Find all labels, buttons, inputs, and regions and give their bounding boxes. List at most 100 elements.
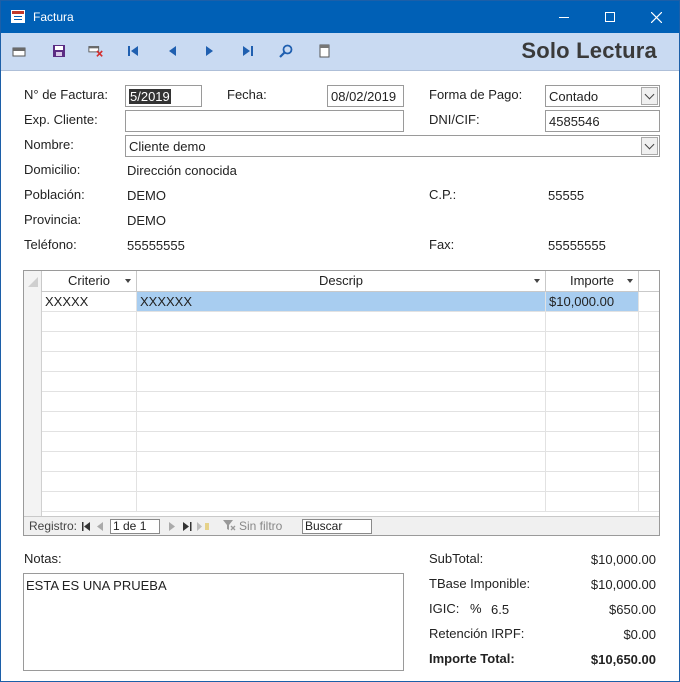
- empty-cell: [546, 312, 639, 331]
- subtotal-value: $10,000.00: [590, 552, 656, 567]
- empty-cell: [546, 412, 639, 431]
- empty-cell: [137, 352, 546, 371]
- previous-record-button[interactable]: [164, 43, 180, 59]
- close-button[interactable]: [633, 1, 679, 33]
- empty-cell: [42, 412, 137, 431]
- previous-record-icon: [169, 46, 176, 56]
- search-icon: [279, 44, 293, 58]
- form-app-icon: [11, 10, 25, 23]
- previous-record-icon: [97, 522, 103, 531]
- cell-criterio[interactable]: XXXXX: [42, 292, 137, 311]
- date-value: 08/02/2019: [331, 89, 397, 104]
- empty-cell: [42, 372, 137, 391]
- sort-arrow-icon[interactable]: [534, 279, 540, 283]
- record-navigator: Registro: 1 de 1 Sin filtro Buscar: [24, 516, 659, 535]
- payment-method-select[interactable]: Contado: [545, 85, 660, 107]
- cell-importe[interactable]: $10,000.00: [546, 292, 639, 311]
- empty-cell: [42, 472, 137, 491]
- print-button[interactable]: [316, 43, 332, 59]
- close-icon: [650, 11, 662, 23]
- chevron-down-icon[interactable]: [641, 87, 658, 105]
- empty-cell: [546, 332, 639, 351]
- client-file-field[interactable]: [125, 110, 404, 132]
- next-record-icon: [169, 522, 175, 531]
- minimize-button[interactable]: [541, 1, 587, 33]
- empty-cell: [546, 372, 639, 391]
- column-header-criterio[interactable]: Criterio: [42, 271, 137, 292]
- postal-code-label: C.P.:: [429, 187, 457, 202]
- maximize-button[interactable]: [587, 1, 633, 33]
- empty-cell: [546, 452, 639, 471]
- invoice-number-field[interactable]: 5/2019: [125, 85, 202, 107]
- date-field[interactable]: 08/02/2019: [327, 85, 404, 107]
- select-all-corner[interactable]: [24, 271, 42, 292]
- record-label: Registro:: [29, 519, 78, 533]
- empty-table-row: [42, 312, 659, 332]
- tax-id-field[interactable]: 4585546: [545, 110, 660, 132]
- first-record-button[interactable]: [125, 43, 141, 59]
- next-record-nav-button[interactable]: [168, 520, 175, 534]
- province-label: Provincia:: [24, 212, 82, 227]
- sort-arrow-icon[interactable]: [125, 279, 131, 283]
- empty-cell: [42, 352, 137, 371]
- sort-arrow-icon[interactable]: [627, 279, 633, 283]
- previous-record-nav-button[interactable]: [97, 520, 104, 534]
- record-selector-column[interactable]: [24, 292, 42, 516]
- last-record-icon: [243, 46, 253, 56]
- column-header-label: Criterio: [68, 273, 110, 288]
- new-record-icon: [12, 47, 26, 57]
- city-value: DEMO: [127, 188, 166, 203]
- first-record-nav-button[interactable]: [82, 520, 91, 534]
- empty-table-row: [42, 492, 659, 512]
- last-record-nav-button[interactable]: [183, 520, 192, 534]
- next-record-button[interactable]: [202, 43, 218, 59]
- corner-triangle-icon: [28, 277, 38, 287]
- window-title: Factura: [33, 10, 74, 24]
- column-header-importe[interactable]: Importe: [546, 271, 639, 292]
- igic-label: IGIC:: [429, 601, 460, 616]
- empty-table-row: [42, 452, 659, 472]
- empty-cell: [546, 432, 639, 451]
- postal-code-value: 55555: [548, 188, 585, 203]
- first-record-icon: [82, 522, 90, 531]
- empty-cell: [546, 472, 639, 491]
- delete-record-button[interactable]: [88, 43, 104, 59]
- save-button[interactable]: [51, 43, 67, 59]
- tax-base-value: $10,000.00: [590, 577, 656, 592]
- empty-cell: [137, 472, 546, 491]
- new-record-button[interactable]: [11, 43, 27, 59]
- filter-label[interactable]: Sin filtro: [239, 519, 282, 533]
- empty-table-row: [42, 332, 659, 352]
- read-only-label: Solo Lectura: [521, 38, 657, 63]
- first-record-icon: [128, 46, 138, 56]
- table-row[interactable]: XXXXX XXXXXX $10,000.00: [42, 292, 659, 312]
- igic-rate-value: 6.5: [491, 602, 510, 617]
- search-button[interactable]: [278, 43, 294, 59]
- invoice-lines-grid: Criterio Descrip Importe XXXXX XXXXXX $1…: [23, 270, 660, 536]
- grid-header: Criterio Descrip Importe: [24, 271, 659, 292]
- empty-cell: [137, 392, 546, 411]
- empty-table-row: [42, 372, 659, 392]
- grid-search-input[interactable]: Buscar: [302, 519, 372, 534]
- column-header-descrip[interactable]: Descrip: [137, 271, 546, 292]
- province-value: DEMO: [127, 213, 166, 228]
- name-label: Nombre:: [24, 137, 74, 152]
- filter-toggle[interactable]: [222, 518, 236, 535]
- title-bar[interactable]: Factura: [1, 1, 679, 33]
- empty-cell: [42, 392, 137, 411]
- new-record-nav-button[interactable]: [197, 520, 211, 534]
- empty-cell: [546, 392, 639, 411]
- current-record-input[interactable]: 1 de 1: [110, 519, 160, 534]
- invoice-number-label: N° de Factura:: [24, 87, 108, 102]
- empty-cell: [137, 332, 546, 351]
- subtotal-label: SubTotal:: [429, 551, 484, 566]
- last-record-button[interactable]: [240, 43, 256, 59]
- page-icon: [319, 44, 329, 58]
- notes-textarea[interactable]: ESTA ES UNA PRUEBA: [23, 573, 404, 671]
- chevron-down-icon[interactable]: [641, 137, 658, 155]
- city-label: Población:: [24, 187, 85, 202]
- cell-descrip[interactable]: XXXXXX: [137, 292, 546, 311]
- toolbar: Solo Lectura: [1, 33, 679, 71]
- client-name-select[interactable]: Cliente demo: [125, 135, 660, 157]
- empty-table-row: [42, 352, 659, 372]
